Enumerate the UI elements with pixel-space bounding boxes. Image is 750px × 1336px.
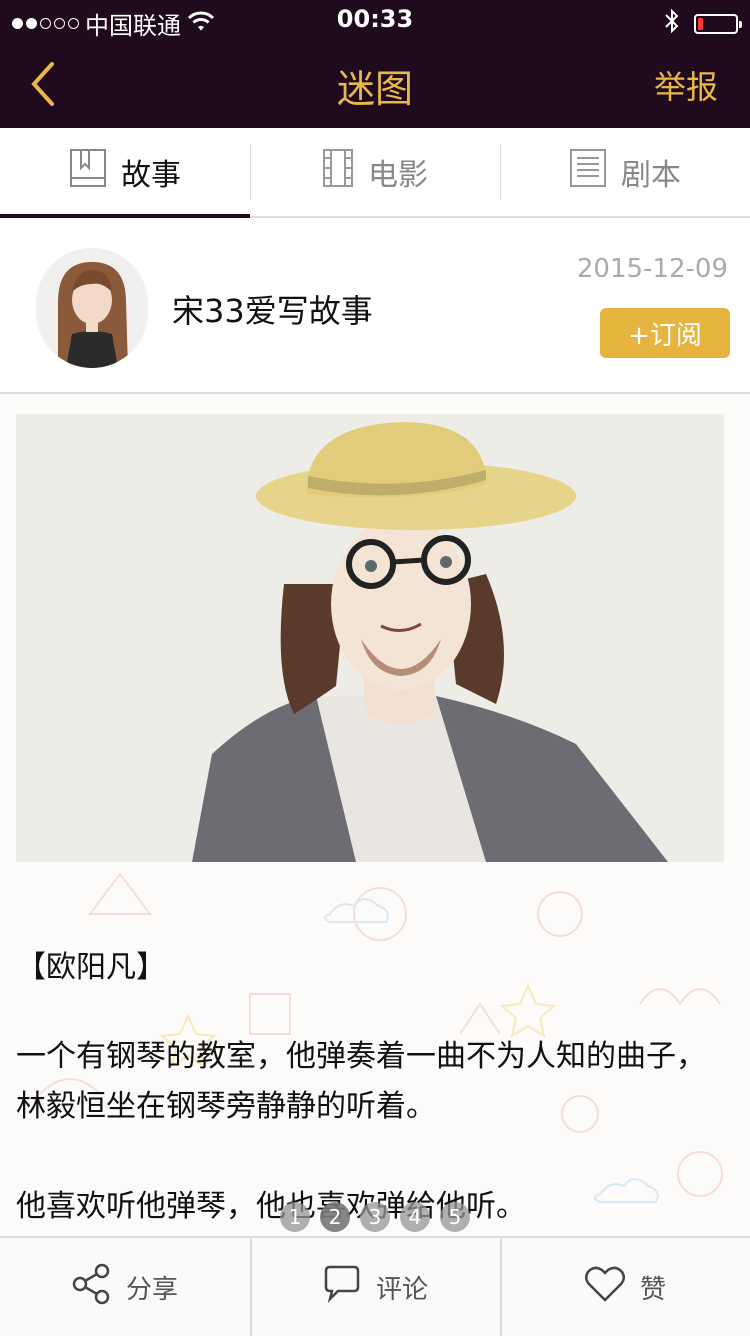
story-illustration[interactable] xyxy=(16,414,724,862)
book-icon xyxy=(69,148,107,196)
tab-story[interactable]: 故事 xyxy=(0,128,250,218)
comment-icon xyxy=(322,1265,362,1310)
tab-script[interactable]: 剧本 xyxy=(500,128,750,216)
author-header: 宋33爱写故事 2015-12-09 +订阅 xyxy=(0,218,750,394)
page-dot[interactable]: 4 xyxy=(400,1202,430,1232)
tab-label: 故事 xyxy=(121,158,181,193)
battery-icon xyxy=(694,14,742,34)
post-date: 2015-12-09 xyxy=(576,254,728,284)
page-dot[interactable]: 5 xyxy=(440,1202,470,1232)
avatar[interactable] xyxy=(36,248,148,368)
page-title: 迷图 xyxy=(336,67,413,111)
share-label: 分享 xyxy=(125,1274,178,1305)
share-icon xyxy=(72,1263,112,1312)
top-bar: 中国联通 00:33 迷图 举报 xyxy=(0,0,750,128)
share-button[interactable]: 分享 xyxy=(0,1238,250,1336)
story-content[interactable]: 【欧阳凡】 一个有钢琴的教室，他弹奏着一曲不为人知的曲子，林毅恒坐在钢琴旁静静的… xyxy=(0,394,750,1236)
heart-icon xyxy=(584,1265,626,1310)
film-icon xyxy=(322,148,354,196)
comment-label: 评论 xyxy=(375,1274,428,1305)
page-indicator: 12345 xyxy=(280,1202,470,1232)
page-dot[interactable]: 3 xyxy=(360,1202,390,1232)
story-title: 【欧阳凡】 xyxy=(16,950,166,985)
bluetooth-icon xyxy=(664,8,680,40)
author-name[interactable]: 宋33爱写故事 xyxy=(172,286,373,332)
like-label: 赞 xyxy=(639,1274,666,1305)
battery-level xyxy=(698,18,703,30)
tab-bar: 故事 电影 剧本 xyxy=(0,128,750,218)
tab-label: 剧本 xyxy=(621,158,681,193)
status-bar: 中国联通 00:33 xyxy=(0,0,750,40)
bottom-action-bar: 分享 评论 赞 xyxy=(0,1236,750,1336)
page-dot[interactable]: 1 xyxy=(280,1202,310,1232)
report-button[interactable]: 举报 xyxy=(654,62,718,108)
story-paragraph: 一个有钢琴的教室，他弹奏着一曲不为人知的曲子，林毅恒坐在钢琴旁静静的听着。 xyxy=(16,1039,706,1124)
tab-movie[interactable]: 电影 xyxy=(250,128,500,216)
subscribe-button[interactable]: +订阅 xyxy=(600,308,730,358)
tab-label: 电影 xyxy=(368,158,428,193)
status-time: 00:33 xyxy=(336,5,414,33)
script-icon xyxy=(569,148,607,196)
comment-button[interactable]: 评论 xyxy=(250,1238,500,1336)
page-dot[interactable]: 2 xyxy=(320,1202,350,1232)
like-button[interactable]: 赞 xyxy=(500,1238,750,1336)
